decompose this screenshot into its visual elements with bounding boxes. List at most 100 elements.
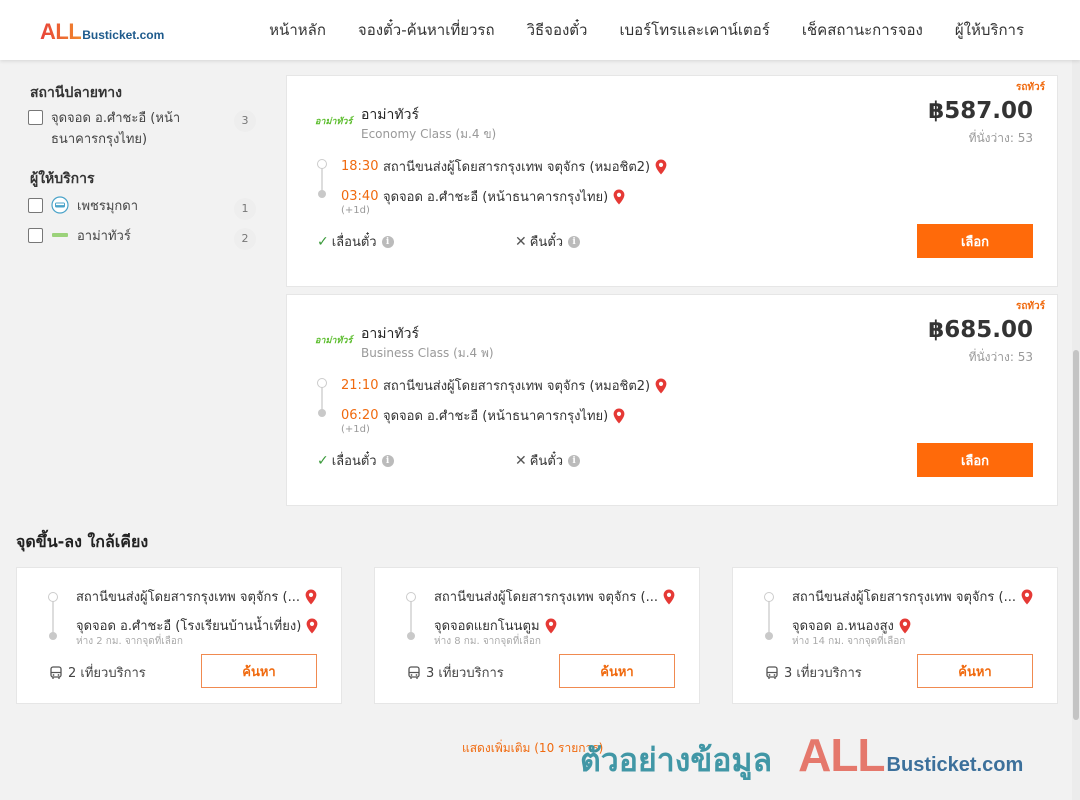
nearby-to: จุดจอด อ.หนองสูง [792,615,911,636]
nearby-trips-label: 3 เที่ยวบริการ [426,666,504,681]
operator-filter-item-petchmukda[interactable]: เพชรมุกดา 1 [28,196,256,220]
watermark-logo-all: ALL [798,729,885,781]
destination-filter-heading: สถานีปลายทาง [30,85,122,101]
departure-dot [48,592,58,602]
refund-ticket-label: คืนตั๋ว [529,454,564,469]
departure-place: สถานีขนส่งผู้โดยสารกรุงเทพ จตุจักร (หมอช… [383,160,651,175]
map-pin-icon[interactable] [655,378,667,394]
route-timeline [410,598,412,636]
trip-price: ฿587.00 [928,98,1033,124]
nav-book-search[interactable]: จองตั๋ว-ค้นหาเที่ยวรถ [342,18,511,42]
operator-filter-label: เพชรมุกดา [77,199,139,214]
departure-place: สถานีขนส่งผู้โดยสารกรุงเทพ จตุจักร (หมอช… [383,379,651,394]
info-icon[interactable]: i [568,235,581,248]
trip-card: รถทัวร์ อาม่าทัวร์ อาม่าทัวร์ Business C… [286,294,1058,506]
bus-icon [765,665,779,680]
seats-available: ที่นั่งว่าง: 53 [968,131,1033,145]
operator-name: อาม่าทัวร์ [361,326,419,342]
logo-busticket-text: Busticket.com [82,28,165,42]
nearby-search-button[interactable]: ค้นหา [201,654,317,688]
nearby-search-button[interactable]: ค้นหา [917,654,1033,688]
destination-filter-label: จุดจอด อ.ศำชะอื (หน้าธนาคารกรุงไทย) [51,111,181,147]
info-icon[interactable]: i [381,454,394,467]
destination-filter-count: 3 [234,110,256,132]
operator-filter-count: 2 [234,228,256,250]
operator-logo: อาม่าทัวร์ [315,117,353,127]
cross-icon: ✕ [515,233,527,250]
operator-checkbox[interactable] [28,228,43,243]
nav-operators[interactable]: ผู้ให้บริการ [939,18,1040,42]
arrival-time: 03:40 [341,189,379,204]
site-logo[interactable]: ALL Busticket.com [40,19,164,45]
nearby-stop-card: สถานีขนส่งผู้โดยสารกรุงเทพ จตุจักร (... … [16,567,342,704]
nav-contact-counters[interactable]: เบอร์โทรและเคาน์เตอร์ [603,18,785,42]
bus-class: Business Class (ม.4 พ) [361,346,494,360]
departure-stop: 21:10 สถานีขนส่งผู้โดยสารกรุงเทพ จตุจักร… [341,375,667,396]
watermark-logo-rest: Busticket.com [886,754,1024,776]
nearby-trips-label: 2 เที่ยวบริการ [68,666,146,681]
main-nav: หน้าหลัก จองตั๋ว-ค้นหาเที่ยวรถ วิธีจองตั… [253,0,1040,60]
arrival-dot [318,190,326,198]
nearby-trip-count: 2 เที่ยวบริการ [49,662,146,683]
nav-how-to-book[interactable]: วิธีจองตั๋ว [511,18,604,42]
nearby-to: จุดจอด อ.ศำชะอื (โรงเรียนบ้านน้ำเที่ยง) [76,615,318,636]
select-trip-button[interactable]: เลือก [917,443,1033,477]
destination-checkbox[interactable] [28,110,43,125]
nearby-to-place: จุดจอด อ.หนองสูง [792,619,894,634]
check-icon: ✓ [317,233,329,250]
nav-check-booking[interactable]: เช็คสถานะการจอง [786,18,939,42]
arrival-dot [765,632,773,640]
map-pin-icon[interactable] [613,408,625,424]
nearby-search-button[interactable]: ค้นหา [559,654,675,688]
arrival-stop: 06:20 จุดจอด อ.ศำชะอื (หน้าธนาคารกรุงไทย… [341,405,625,426]
operator-filter-count: 1 [234,198,256,220]
operator-checkbox[interactable] [28,198,43,213]
destination-filter-item[interactable]: จุดจอด อ.ศำชะอื (หน้าธนาคารกรุงไทย) 3 [28,108,256,150]
operator-logo: อาม่าทัวร์ [315,336,353,346]
next-day-indicator: (+1d) [341,205,370,216]
page-scrollbar-thumb[interactable] [1073,350,1079,720]
map-pin-icon[interactable] [899,618,911,634]
arrival-place: จุดจอด อ.ศำชะอื (หน้าธนาคารกรุงไทย) [383,190,609,205]
map-pin-icon[interactable] [655,159,667,175]
map-pin-icon[interactable] [613,189,625,205]
nearby-from: สถานีขนส่งผู้โดยสารกรุงเทพ จตุจักร (... [792,586,1033,607]
map-pin-icon[interactable] [1021,589,1033,605]
bus-icon [49,665,63,680]
nearby-to-place: จุดจอดแยกโนนตูม [434,619,540,634]
arrival-time: 06:20 [341,408,379,423]
change-ticket-label: เลื่อนตั๋ว [331,235,377,250]
seats-available: ที่นั่งว่าง: 53 [968,350,1033,364]
nearby-trip-count: 3 เที่ยวบริการ [407,662,504,683]
select-trip-button[interactable]: เลือก [917,224,1033,258]
map-pin-icon[interactable] [545,618,557,634]
nav-home[interactable]: หน้าหลัก [253,18,342,42]
departure-dot [317,159,327,169]
map-pin-icon[interactable] [306,618,318,634]
departure-dot [406,592,416,602]
trip-card: รถทัวร์ อาม่าทัวร์ อาม่าทัวร์ Economy Cl… [286,75,1058,287]
operator-filter-item-amatour[interactable]: อาม่าทัวร์ 2 [28,226,256,250]
refund-ticket-policy: ✕ คืนตั๋ว i [515,450,581,471]
departure-time: 21:10 [341,378,379,393]
check-icon: ✓ [317,452,329,469]
bus-type-tag: รถทัวร์ [1015,82,1045,93]
info-icon[interactable]: i [568,454,581,467]
nearby-distance: ห่าง 14 กม. จากจุดที่เลือก [792,636,906,647]
cross-icon: ✕ [515,452,527,469]
map-pin-icon[interactable] [663,589,675,605]
nearby-distance: ห่าง 2 กม. จากจุดที่เลือก [76,636,183,647]
top-header: ALL Busticket.com หน้าหลัก จองตั๋ว-ค้นหา… [0,0,1080,60]
route-timeline [52,598,54,636]
nearby-from-place: สถานีขนส่งผู้โดยสารกรุงเทพ จตุจักร (... [76,590,300,605]
info-icon[interactable]: i [381,235,394,248]
departure-dot [764,592,774,602]
nearby-to: จุดจอดแยกโนนตูม [434,615,557,636]
nearby-stop-card: สถานีขนส่งผู้โดยสารกรุงเทพ จตุจักร (... … [374,567,700,704]
logo-all-text: ALL [40,19,82,44]
refund-ticket-policy: ✕ คืนตั๋ว i [515,231,581,252]
petchmukda-logo-icon [51,196,69,214]
map-pin-icon[interactable] [305,589,317,605]
amatour-logo-icon [51,226,69,244]
change-ticket-label: เลื่อนตั๋ว [331,454,377,469]
